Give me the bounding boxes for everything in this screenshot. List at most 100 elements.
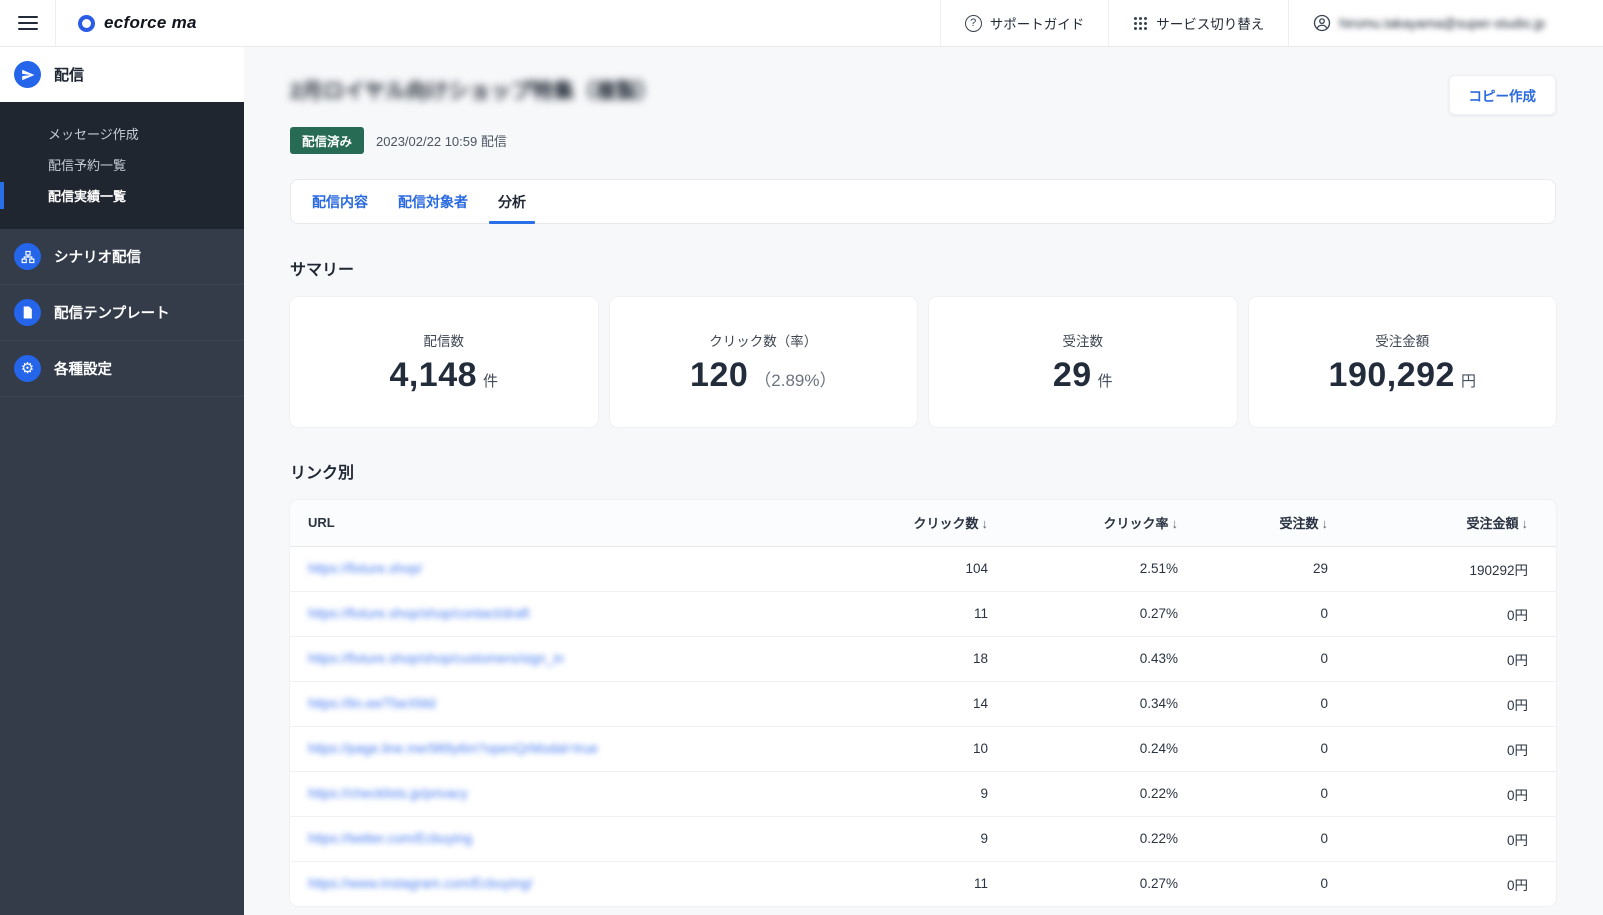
- revenue-cell: 0円: [1356, 726, 1556, 772]
- revenue-cell: 0円: [1356, 591, 1556, 637]
- stat-card-deliveries: 配信数 4,148 件: [290, 297, 598, 427]
- stat-value: 120: [690, 355, 749, 394]
- service-switch-button[interactable]: サービス切り替え: [1108, 0, 1288, 46]
- orders-cell: 0: [1320, 876, 1328, 892]
- sidebar-delivery-label: 配信: [54, 67, 85, 84]
- tab-label: 配信対象者: [398, 193, 468, 210]
- sidebar-item-template[interactable]: 配信テンプレート: [0, 285, 244, 341]
- logo-text: ecforce ma: [104, 13, 197, 32]
- revenue-cell: 0円: [1356, 816, 1556, 862]
- url-link[interactable]: https://fixture.shop/shop/customers/sign…: [308, 651, 564, 666]
- orders-cell: 29: [1206, 546, 1356, 592]
- column-header-ctr[interactable]: クリック率 ↓: [1016, 500, 1206, 547]
- tab-bar: 配信内容 配信対象者 分析: [290, 179, 1556, 224]
- sort-desc-icon: ↓: [1521, 516, 1529, 532]
- sidebar-item-schedule-list[interactable]: 配信予約一覧: [0, 149, 244, 180]
- summary-cards: 配信数 4,148 件 クリック数（率） 120 （2.89%） 受注数 29 …: [290, 297, 1556, 427]
- sidebar-item-message-create[interactable]: メッセージ作成: [0, 118, 244, 149]
- tab-delivery-content[interactable]: 配信内容: [312, 180, 368, 223]
- column-header-revenue[interactable]: 受注金額 ↓: [1356, 500, 1556, 547]
- links-heading: リンク別: [290, 465, 355, 482]
- tab-label: 配信内容: [312, 193, 368, 210]
- revenue-cell: 0円: [1356, 681, 1556, 727]
- logo-ring-icon: [78, 14, 95, 32]
- table-row: https://page.line.me/989y6m?openQrModal=…: [290, 726, 1556, 772]
- clicks-cell: 9: [824, 771, 1016, 817]
- sidebar-item-scenario[interactable]: シナリオ配信: [0, 229, 244, 285]
- links-table-card: URL クリック数 ↓ クリック率 ↓ 受注数 ↓ 受注金額 ↓ https://fix…: [290, 500, 1556, 906]
- ctr-cell: 0.22%: [1016, 816, 1206, 862]
- topbar: ecforce ma ? サポートガイド サービス切り替え hiromu.tak…: [0, 0, 1603, 47]
- sidebar-scenario-label: シナリオ配信: [54, 250, 141, 266]
- stat-card-revenue: 受注金額 190,292 円: [1248, 297, 1556, 427]
- clicks-cell: 10: [824, 726, 1016, 772]
- sidebar-item-settings[interactable]: ⚙ 各種設定: [0, 341, 244, 397]
- ctr-cell: 0.24%: [1016, 726, 1206, 772]
- revenue-cell: 0円: [1356, 636, 1556, 682]
- document-icon: [14, 299, 41, 326]
- hamburger-menu-button[interactable]: [0, 0, 56, 46]
- table-row: https://www.instagram.com/Ecbuying/ 11 0…: [290, 861, 1556, 906]
- tab-delivery-targets[interactable]: 配信対象者: [398, 180, 468, 223]
- main-content: 2月ロイヤル向けショップ特集（複製） コピー作成 配信済み 2023/02/22…: [244, 47, 1603, 915]
- support-guide-button[interactable]: ? サポートガイド: [939, 0, 1109, 46]
- send-icon: [14, 61, 41, 88]
- url-link[interactable]: https://fixture.shop/: [308, 561, 422, 576]
- url-link[interactable]: https://lin.ee/TbeXMd: [308, 696, 436, 711]
- url-link[interactable]: https://page.line.me/989y6m?openQrModal=…: [308, 741, 598, 756]
- app-logo[interactable]: ecforce ma: [56, 0, 197, 46]
- tab-analysis[interactable]: 分析: [489, 180, 535, 224]
- column-label: 受注数: [1279, 516, 1319, 532]
- orders-cell: 0: [1206, 681, 1356, 727]
- ctr-cell: 0.27%: [1139, 876, 1178, 892]
- active-tab-underline: [489, 221, 535, 224]
- url-link[interactable]: https://fixture.shop/shop/contact/draft: [308, 606, 529, 621]
- table-row: https://fixture.shop/shop/contact/draft …: [290, 591, 1556, 637]
- ctr-cell: 0.34%: [1016, 681, 1206, 727]
- sort-desc-icon: ↓: [1321, 516, 1329, 532]
- clicks-cell: 9: [824, 816, 1016, 862]
- orders-cell: 0: [1206, 771, 1356, 817]
- copy-create-button[interactable]: コピー作成: [1448, 75, 1556, 115]
- submenu-label: メッセージ作成: [48, 127, 139, 142]
- table-row: https://fixture.shop/ 104 2.51% 29 19029…: [290, 546, 1556, 592]
- sort-desc-icon: ↓: [1171, 516, 1179, 532]
- sidebar-item-results-list[interactable]: 配信実績一覧: [0, 180, 244, 211]
- sitemap-icon: [14, 243, 41, 270]
- revenue-cell: 0円: [1506, 877, 1528, 893]
- stat-label: 受注金額: [1375, 333, 1430, 349]
- clicks-cell: 11: [824, 591, 1016, 637]
- stat-card-clicks: クリック数（率） 120 （2.89%）: [609, 297, 917, 427]
- column-header-url: URL: [290, 500, 824, 547]
- url-link[interactable]: https://www.instagram.com/Ecbuying/: [308, 876, 532, 891]
- user-icon: [1314, 14, 1331, 32]
- orders-cell: 0: [1206, 816, 1356, 862]
- column-header-orders[interactable]: 受注数 ↓: [1206, 500, 1356, 547]
- table-header-row: URL クリック数 ↓ クリック率 ↓ 受注数 ↓ 受注金額 ↓: [290, 500, 1556, 547]
- sidebar: 配信 メッセージ作成 配信予約一覧 配信実績一覧 シナリオ配信 配信テンプレート…: [0, 47, 244, 915]
- ctr-cell: 2.51%: [1016, 546, 1206, 592]
- orders-cell: 0: [1206, 636, 1356, 682]
- clicks-cell: 14: [824, 681, 1016, 727]
- clicks-cell: 11: [973, 876, 988, 892]
- status-badge: 配信済み: [290, 127, 365, 154]
- orders-cell: 0: [1206, 726, 1356, 772]
- account-menu[interactable]: hiromu.takayama@super-studio.jp: [1288, 0, 1603, 46]
- table-row: https://twitter.com/Ecbuying 9 0.22% 0 0…: [290, 816, 1556, 862]
- stat-unit: 件: [483, 372, 499, 390]
- sidebar-settings-label: 各種設定: [54, 362, 112, 378]
- table-row: https://checklists.jp/privacy 9 0.22% 0 …: [290, 771, 1556, 817]
- column-label: クリック率: [1103, 516, 1169, 532]
- ctr-cell: 0.27%: [1016, 591, 1206, 637]
- table-row: https://lin.ee/TbeXMd 14 0.34% 0 0円: [290, 681, 1556, 727]
- stat-card-orders: 受注数 29 件: [929, 297, 1237, 427]
- sidebar-item-delivery[interactable]: 配信: [0, 47, 244, 102]
- sidebar-submenu: メッセージ作成 配信予約一覧 配信実績一覧: [0, 102, 244, 229]
- stat-value: 29: [1052, 355, 1092, 394]
- column-header-clicks[interactable]: クリック数 ↓: [824, 500, 1016, 547]
- ctr-cell: 0.22%: [1016, 771, 1206, 817]
- url-link[interactable]: https://twitter.com/Ecbuying: [308, 831, 472, 846]
- url-link[interactable]: https://checklists.jp/privacy: [308, 786, 468, 801]
- gear-icon: ⚙: [14, 355, 41, 382]
